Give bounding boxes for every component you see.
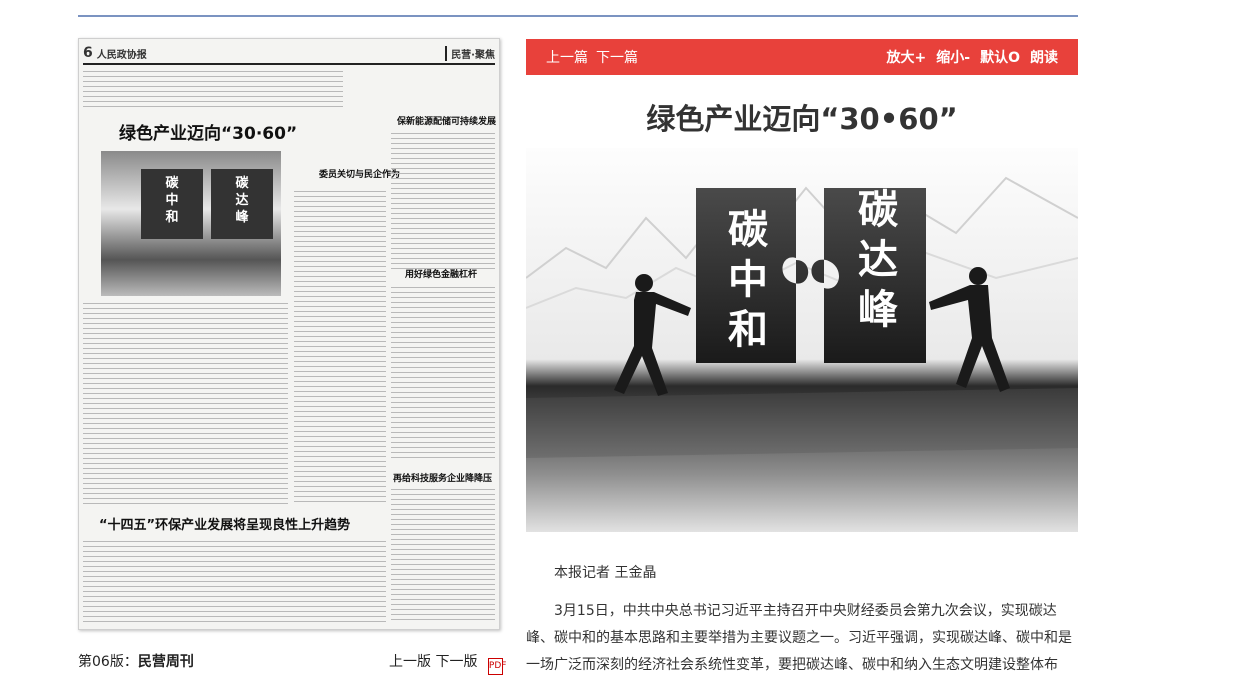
prev-article-link[interactable]: 上一篇 — [546, 50, 588, 66]
page-navigation: 上一版 下一版 PDF — [389, 651, 506, 675]
svg-text:和: 和 — [728, 307, 768, 353]
article-author: 本报记者 王金晶 — [554, 565, 657, 581]
prev-page-link[interactable]: 上一版 — [389, 654, 431, 670]
read-aloud-button[interactable]: 朗读 — [1030, 50, 1058, 66]
puzzle-left: 碳中和 — [141, 169, 203, 239]
text-column — [391, 285, 495, 460]
text-column — [83, 69, 343, 109]
pdf-icon[interactable]: PDF — [487, 658, 506, 675]
newspaper-subhead-2[interactable]: 保新能源配储可持续发展 — [397, 114, 496, 127]
svg-text:峰: 峰 — [858, 287, 898, 333]
default-size-button[interactable]: 默认O — [980, 50, 1020, 66]
newspaper-logo: 人民政协报 — [96, 49, 147, 61]
volume-name: 民营周刊 — [137, 654, 194, 670]
puzzle-right: 碳达峰 — [211, 169, 273, 239]
text-column — [83, 539, 386, 625]
newspaper-headline[interactable]: 绿色产业迈向“30·60” — [119, 119, 297, 144]
svg-text:中: 中 — [728, 257, 768, 303]
text-column — [391, 487, 495, 623]
newspaper-page-thumbnail[interactable]: 6 人民政协报 民营·聚焦 绿色产业迈向“30·60” 碳中和 碳达峰 委员关切… — [78, 38, 500, 630]
newspaper-image[interactable]: 碳中和 碳达峰 — [101, 151, 281, 296]
newspaper-section: 民营·聚焦 — [445, 45, 495, 61]
newspaper-bottom-headline[interactable]: “十四五”环保产业发展将呈现良性上升趋势 — [99, 514, 350, 533]
article-image: 碳 中 和 碳 达 峰 — [526, 148, 1078, 532]
next-page-link[interactable]: 下一版 — [435, 654, 477, 670]
newspaper-page-number: 6 — [83, 45, 93, 61]
text-column — [294, 189, 386, 504]
top-divider — [78, 15, 1078, 17]
text-column — [83, 301, 288, 506]
volume-prefix: 第06版： — [78, 654, 138, 670]
svg-text:碳: 碳 — [858, 187, 899, 233]
article-toolbar: 上一篇 下一篇 放大+ 缩小- 默认O 朗读 — [526, 39, 1078, 75]
volume-label: 第06版：民营周刊 — [78, 651, 194, 671]
newspaper-subhead-3[interactable]: 用好绿色金融杠杆 — [405, 267, 477, 280]
zoom-out-button[interactable]: 缩小- — [936, 50, 970, 66]
svg-text:达: 达 — [858, 237, 898, 283]
next-article-link[interactable]: 下一篇 — [596, 50, 638, 66]
text-column — [391, 131, 495, 271]
newspaper-subhead-1[interactable]: 委员关切与民企作为 — [319, 167, 400, 180]
zoom-in-button[interactable]: 放大+ — [887, 50, 927, 66]
newspaper-masthead: 6 人民政协报 民营·聚焦 — [83, 43, 495, 65]
article-title: 绿色产业迈向“30•60” — [646, 102, 958, 136]
newspaper-subhead-4[interactable]: 再给科技服务企业降降压 — [393, 471, 492, 484]
image-left-glyph-1: 碳 — [728, 207, 769, 253]
article-body: 3月15日，中共中央总书记习近平主持召开中央财经委员会第九次会议，实现碳达峰、碳… — [526, 603, 1072, 673]
